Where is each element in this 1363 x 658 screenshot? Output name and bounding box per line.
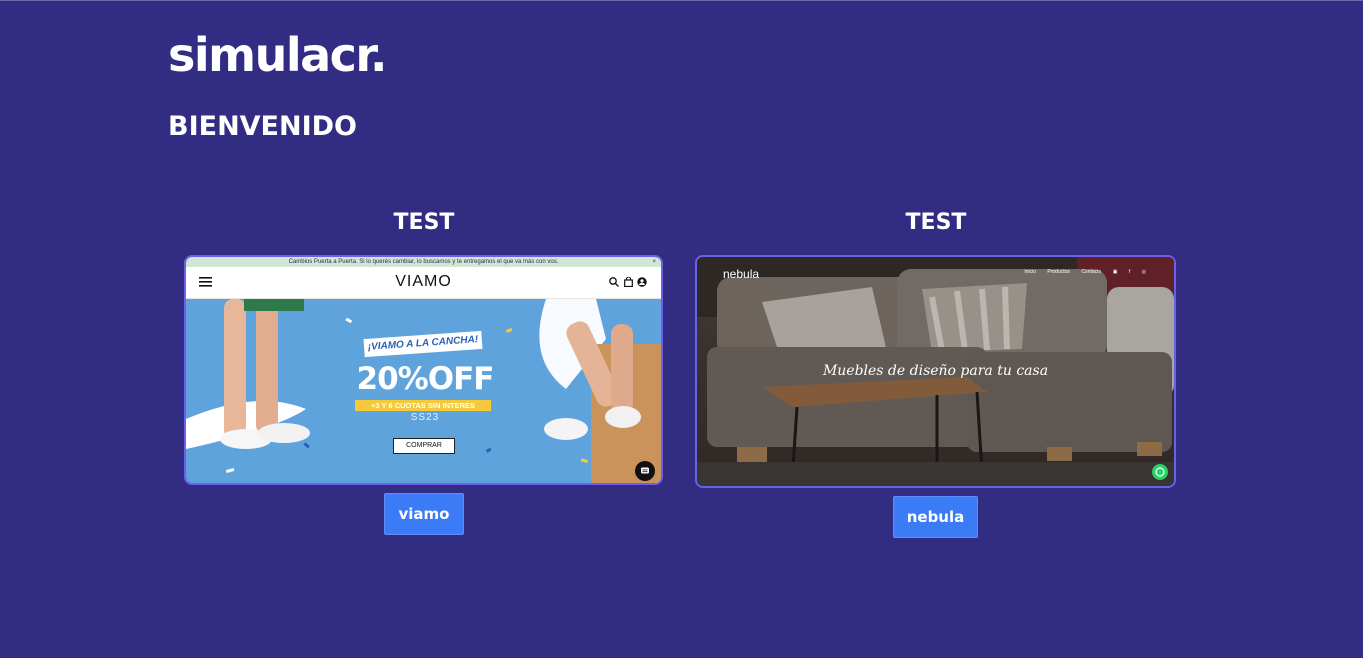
viamo-navbar: VIAMO [186, 267, 661, 299]
viamo-promo-discount: 20%OFF [356, 361, 495, 397]
viamo-comprar-button: COMPRAR [393, 438, 455, 454]
search-icon [609, 277, 619, 287]
nav-link-productos: Productos [1047, 269, 1070, 275]
card-title-viamo: TEST [393, 210, 455, 235]
nebula-brand: nebula [723, 267, 760, 281]
nebula-navbar: nebula Inicio Productos Contacto ▣ f ◎ [697, 257, 1174, 283]
instagram-icon: ◎ [1141, 269, 1146, 275]
chat-icon [635, 461, 655, 481]
viamo-announcement-bar: Cambios Puerta a Puerta. Si lo querés ca… [186, 257, 661, 267]
facebook-icon: f [1128, 269, 1131, 275]
nebula-button[interactable]: nebula [893, 496, 978, 538]
nav-link-inicio: Inicio [1024, 269, 1037, 275]
viamo-promo-installments: +3 Y 6 CUOTAS SIN INTERÉS [355, 400, 491, 411]
welcome-heading: BIENVENIDO [168, 111, 358, 142]
nebula-preview-thumbnail[interactable]: nebula Inicio Productos Contacto ▣ f ◎ M… [695, 255, 1176, 488]
viamo-button[interactable]: viamo [384, 493, 464, 535]
viamo-brand: VIAMO [395, 273, 452, 290]
viamo-season: SS23 [410, 412, 440, 423]
cart-icon: ▣ [1112, 269, 1118, 275]
whatsapp-icon [1152, 464, 1168, 480]
nebula-tagline: Muebles de diseño para tu casa [822, 363, 1049, 379]
card-title-nebula: TEST [905, 210, 967, 235]
viamo-preview-thumbnail[interactable]: Cambios Puerta a Puerta. Si lo querés ca… [184, 255, 663, 485]
shopping-bag-icon [624, 277, 633, 287]
close-icon: × [652, 259, 656, 265]
viamo-hero-banner: ¡VIAMO A LA CANCHA! 20%OFF +3 Y 6 CUOTAS… [186, 299, 661, 483]
user-icon [637, 277, 647, 287]
nebula-nav-links: Inicio Productos Contacto ▣ f ◎ [1014, 269, 1146, 275]
viamo-announcement-text: Cambios Puerta a Puerta. Si lo querés ca… [288, 259, 559, 265]
nav-link-contacto: Contacto [1081, 269, 1102, 275]
site-logo: simulacr. [168, 28, 388, 82]
